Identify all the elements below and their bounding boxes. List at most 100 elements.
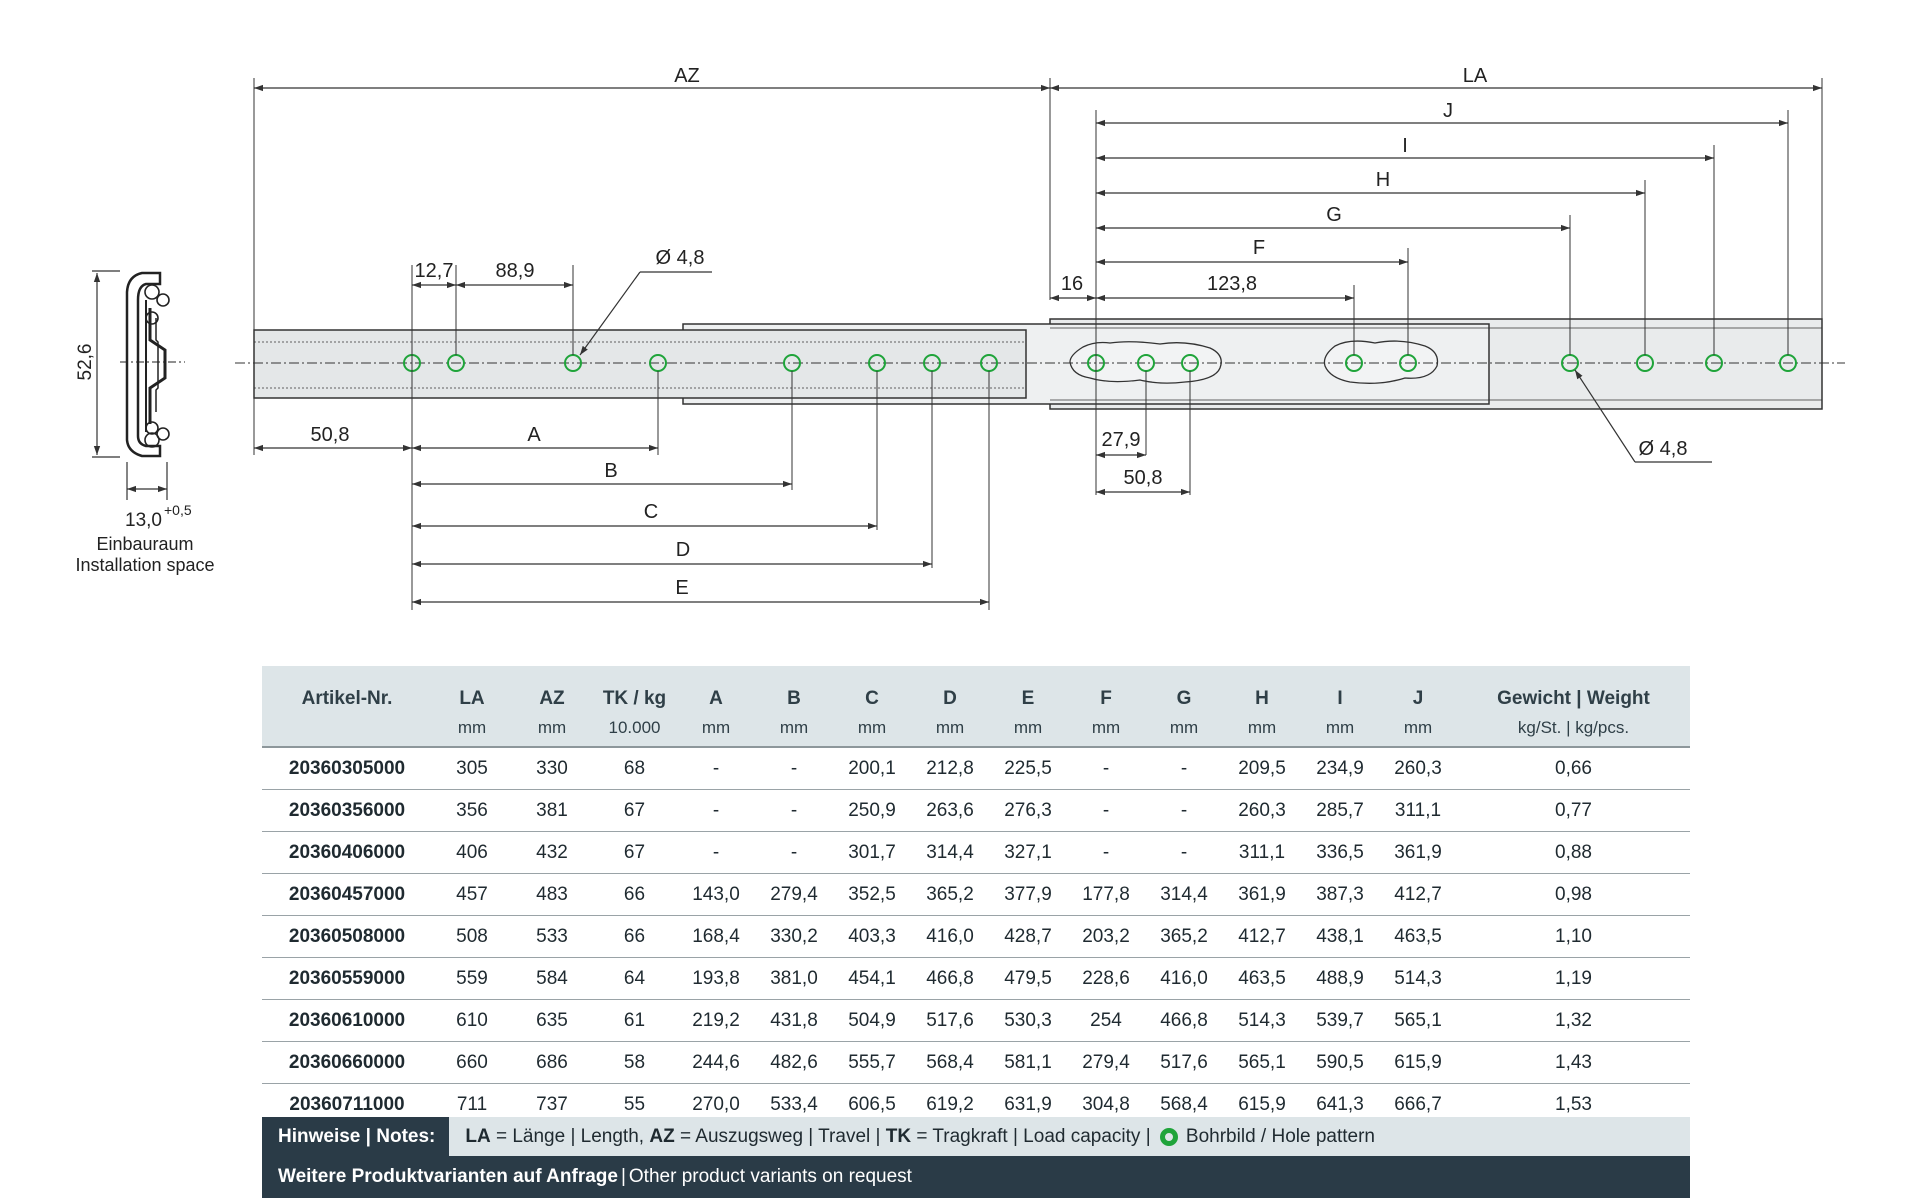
table-row: 20360508000 508 533 66 168,4 330,2 403,3 416,0 4… [262,915,1690,958]
table-cell: 330,2 [755,915,833,958]
table-cell: 285,7 [1301,789,1379,832]
column-unit: mm [677,710,755,748]
table-cell: 234,9 [1301,747,1379,790]
hole-diameter-left-label: Ø 4,8 [656,247,705,269]
dim-c-label: C [644,501,658,523]
table-cell: 514,3 [1379,957,1457,1000]
table-cell: 463,5 [1223,957,1301,1000]
column-unit: mm [755,710,833,748]
table-cell: 143,0 [677,873,755,916]
table-cell: 482,6 [755,1041,833,1084]
column-header: I [1337,688,1343,709]
table-cell: 361,9 [1379,831,1457,874]
column-header: LA [459,688,485,709]
table-cell: - [1145,789,1223,832]
table-cell: 479,5 [989,957,1067,1000]
column-header: B [787,688,801,709]
notes-text: LA = Länge | Length, AZ = Auszugsweg | T… [449,1126,1375,1148]
installation-space-en: Installation space [75,555,214,575]
table-cell: 431,8 [755,999,833,1042]
column-unit: mm [1301,710,1379,748]
column-header: A [709,688,723,709]
table-cell: 0,98 [1457,873,1690,916]
tk-key: TK [885,1125,912,1147]
table-cell: 530,3 [989,999,1067,1042]
table-row: 20360305000 305 330 68- -200,1 212,8 225,5- -20… [262,747,1690,790]
table-cell: 610 [432,999,512,1042]
dim-e-label: E [675,577,688,599]
table-cell: 66 [592,915,677,958]
column-unit [262,710,432,748]
table-cell: 565,1 [1379,999,1457,1042]
notes-title: Hinweise | Notes: [262,1117,450,1156]
column-unit: mm [1145,710,1223,748]
table-cell: 263,6 [911,789,989,832]
variants-text: Other product variants on request [628,1166,912,1187]
table-cell: 301,7 [833,831,911,874]
table-row: 20360457000 457 483 66 143,0 279,4 352,5 365,2 3… [262,873,1690,916]
column-header: C [865,688,879,709]
table-cell: 406 [432,831,512,874]
table-cell: - [1067,747,1145,790]
table-cell: 279,4 [1067,1041,1145,1084]
column-header: E [1021,688,1035,709]
article-number-cell: 20360508000 [262,915,432,958]
article-number-cell: 20360660000 [262,1041,432,1084]
column-header: Gewicht | Weight [1497,688,1650,709]
table-cell: 463,5 [1379,915,1457,958]
table-cell: 533 [512,915,592,958]
table-cell: 1,43 [1457,1041,1690,1084]
table-cell: 403,3 [833,915,911,958]
article-number-cell: 20360457000 [262,873,432,916]
table-cell: 686 [512,1041,592,1084]
column-header: TK / kg [602,688,667,709]
table-cell: 361,9 [1223,873,1301,916]
column-unit: 10.000 [592,710,677,748]
dim-az-label: AZ [674,65,700,87]
table-cell: - [677,831,755,874]
dim-16-label: 16 [1061,273,1083,295]
table-cell: 412,7 [1379,873,1457,916]
table-cell: 260,3 [1379,747,1457,790]
table-cell: - [755,747,833,790]
table-cell: - [1145,831,1223,874]
table-cell: 209,5 [1223,747,1301,790]
table-cell: 200,1 [833,747,911,790]
az-key: AZ [649,1125,675,1147]
table-row: 20360559000 559 584 64 193,8 381,0 454,1 466,8 4… [262,957,1690,1000]
table-cell: 581,1 [989,1041,1067,1084]
height-dimension-label: 52,6 [75,344,96,381]
dim-la-label: LA [1463,65,1488,87]
table-cell: 517,6 [911,999,989,1042]
dim-d-label: D [676,539,690,561]
column-header: H [1255,688,1269,709]
table-cell: 327,1 [989,831,1067,874]
table-cell: 225,5 [989,747,1067,790]
table-cell: 565,1 [1223,1041,1301,1084]
header-row: Artikel-Nr. LA AZ TK / kg A B C D E F G H I J Gewicht … [262,666,1690,710]
table-cell: 466,8 [911,957,989,1000]
table-cell: 615,9 [1379,1041,1457,1084]
table-cell: 177,8 [1067,873,1145,916]
table-cell: 1,19 [1457,957,1690,1000]
table-cell: 66 [592,873,677,916]
table-cell: 61 [592,999,677,1042]
table-cell: 1,10 [1457,915,1690,958]
table-cell: 381 [512,789,592,832]
table-cell: 504,9 [833,999,911,1042]
table-cell: 67 [592,789,677,832]
dim-a-label: A [527,424,541,446]
table-cell: 555,7 [833,1041,911,1084]
dim-f-label: F [1253,237,1265,259]
width-dimension-label: 13,0 [125,510,162,531]
table-cell: 660 [432,1041,512,1084]
table-cell: 377,9 [989,873,1067,916]
table-cell: 1,32 [1457,999,1690,1042]
specification-table: Artikel-Nr. LA AZ TK / kg A B C D E F G H I J Gewicht … [262,666,1690,1125]
column-unit: mm [989,710,1067,748]
table-cell: 336,5 [1301,831,1379,874]
table-cell: 483 [512,873,592,916]
hole-pattern-ring-icon [1159,1127,1178,1146]
article-number-cell: 20360610000 [262,999,432,1042]
table-cell: - [755,789,833,832]
